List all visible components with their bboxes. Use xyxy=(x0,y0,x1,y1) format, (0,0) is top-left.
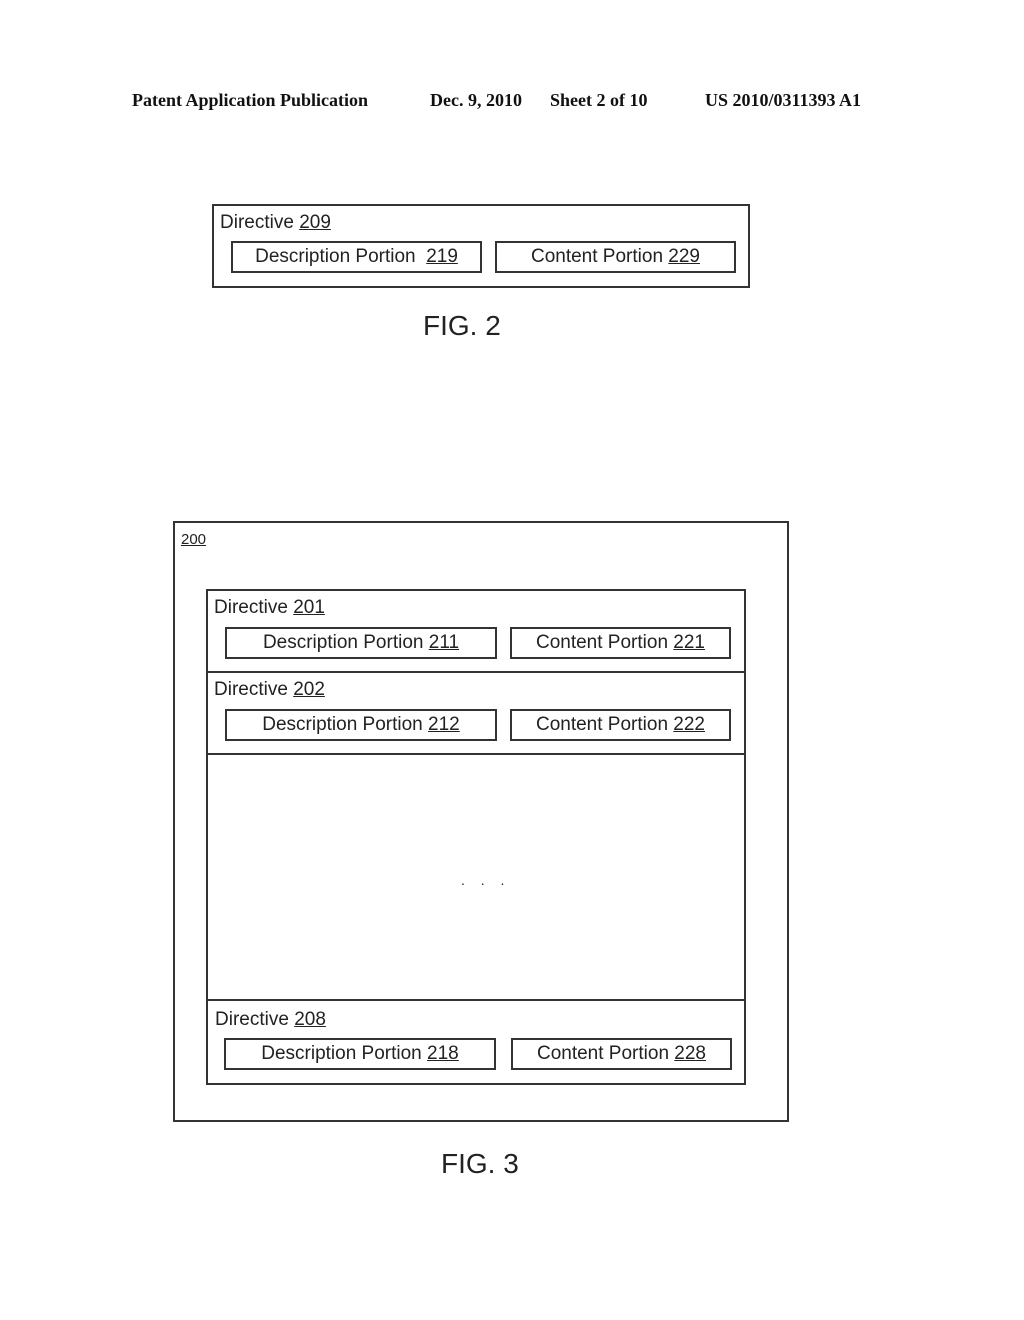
directive-ref: 209 xyxy=(299,212,331,233)
description-portion-219: Description Portion 219 xyxy=(231,241,482,273)
content-text: Content Portion xyxy=(530,246,664,267)
content-text: Content Portion xyxy=(535,714,669,735)
directive-208-label: Directive 208 xyxy=(215,1009,326,1031)
description-text: Description Portion xyxy=(255,246,416,267)
directive-209-label: Directive 209 xyxy=(220,212,331,234)
directive-text: Directive xyxy=(215,1009,289,1030)
directive-209-box: Directive 209 Description Portion 219 Co… xyxy=(212,204,750,288)
description-ref: 218 xyxy=(427,1043,459,1064)
fig2-caption: FIG. 2 xyxy=(423,310,501,341)
directive-text: Directive xyxy=(220,212,294,233)
directive-text: Directive xyxy=(214,679,288,700)
publication-title: Patent Application Publication xyxy=(132,90,369,110)
description-text: Description Portion xyxy=(262,714,423,735)
container-ref: 200 xyxy=(181,531,207,548)
directive-201-box: Directive 201 Description Portion 211 Co… xyxy=(206,589,746,673)
sheet-number: Sheet 2 of 10 xyxy=(550,90,648,110)
directive-ref: 201 xyxy=(293,597,325,618)
content-text: Content Portion xyxy=(536,1043,670,1064)
content-portion-228: Content Portion 228 xyxy=(511,1038,732,1070)
directive-text: Directive xyxy=(214,597,288,618)
description-portion-211: Description Portion 211 xyxy=(225,627,497,659)
content-portion-221: Content Portion 221 xyxy=(510,627,731,659)
content-ref: 229 xyxy=(668,246,700,267)
content-portion-229: Content Portion 229 xyxy=(495,241,736,273)
description-ref: 212 xyxy=(428,714,460,735)
content-ref: 222 xyxy=(673,714,705,735)
description-text: Description Portion xyxy=(261,1043,422,1064)
directive-202-label: Directive 202 xyxy=(214,679,325,701)
content-portion-222: Content Portion 222 xyxy=(510,709,731,741)
directive-ref: 202 xyxy=(293,679,325,700)
publication-date: Dec. 9, 2010 xyxy=(430,90,522,110)
description-portion-218: Description Portion 218 xyxy=(224,1038,496,1070)
description-text: Description Portion xyxy=(262,632,424,653)
ellipsis: . . . xyxy=(461,872,511,888)
description-ref: 211 xyxy=(428,632,460,653)
directive-208-box: Directive 208 Description Portion 218 Co… xyxy=(206,999,746,1085)
content-ref: 221 xyxy=(673,632,705,653)
description-portion-212: Description Portion 212 xyxy=(225,709,497,741)
patent-number: US 2010/0311393 A1 xyxy=(705,90,862,110)
content-text: Content Portion xyxy=(535,632,669,653)
description-ref: 219 xyxy=(426,246,458,267)
directive-ref: 208 xyxy=(294,1009,326,1030)
directive-202-box: Directive 202 Description Portion 212 Co… xyxy=(206,671,746,755)
directive-201-label: Directive 201 xyxy=(214,597,325,619)
content-ref: 228 xyxy=(674,1043,706,1064)
fig3-caption: FIG. 3 xyxy=(441,1148,519,1179)
